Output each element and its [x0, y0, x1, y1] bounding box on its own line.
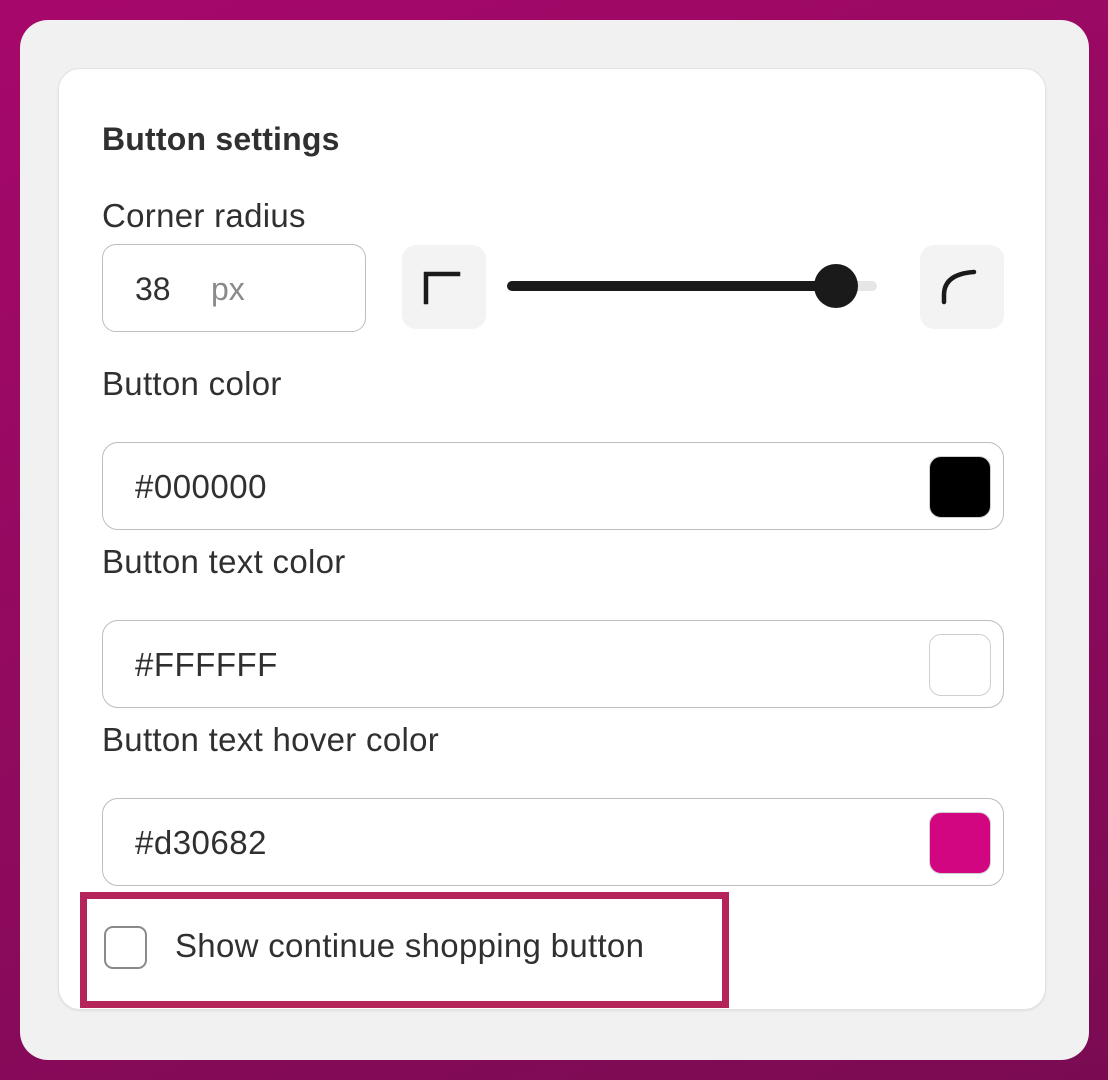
button-text-color-swatch[interactable]	[929, 634, 991, 696]
rounded-corner-icon	[941, 269, 977, 305]
button-text-color-label: Button text color	[102, 543, 346, 580]
section-title: Button settings	[102, 121, 340, 157]
button-text-color-value[interactable]: #FFFFFF	[135, 646, 278, 684]
button-text-hover-color-field[interactable]: #d30682	[102, 798, 1004, 886]
button-color-field[interactable]: #000000	[102, 442, 1004, 530]
outer-frame: Button settings Corner radius 38 px Butt…	[20, 20, 1089, 1060]
corner-radius-slider[interactable]	[507, 264, 877, 308]
corner-radius-unit: px	[211, 271, 245, 307]
button-color-swatch[interactable]	[929, 456, 991, 518]
corner-radius-label: Corner radius	[102, 197, 306, 234]
rounded-corner-button[interactable]	[920, 245, 1004, 329]
continue-shopping-label[interactable]: Show continue shopping button	[175, 927, 644, 965]
corner-radius-input[interactable]: 38 px	[102, 244, 366, 332]
button-text-color-field[interactable]: #FFFFFF	[102, 620, 1004, 708]
square-corner-button[interactable]	[402, 245, 486, 329]
slider-fill	[507, 281, 837, 291]
square-corner-icon	[423, 271, 461, 305]
button-text-hover-color-value[interactable]: #d30682	[135, 824, 267, 862]
slider-thumb[interactable]	[814, 264, 859, 308]
button-color-label: Button color	[102, 365, 282, 402]
button-text-hover-color-swatch[interactable]	[929, 812, 991, 874]
button-text-hover-color-label: Button text hover color	[102, 721, 440, 758]
button-color-value[interactable]: #000000	[135, 468, 267, 506]
corner-radius-value[interactable]: 38	[135, 271, 171, 308]
button-settings-card: Button settings Corner radius 38 px Butt…	[58, 68, 1046, 1010]
continue-shopping-checkbox[interactable]	[104, 926, 147, 969]
